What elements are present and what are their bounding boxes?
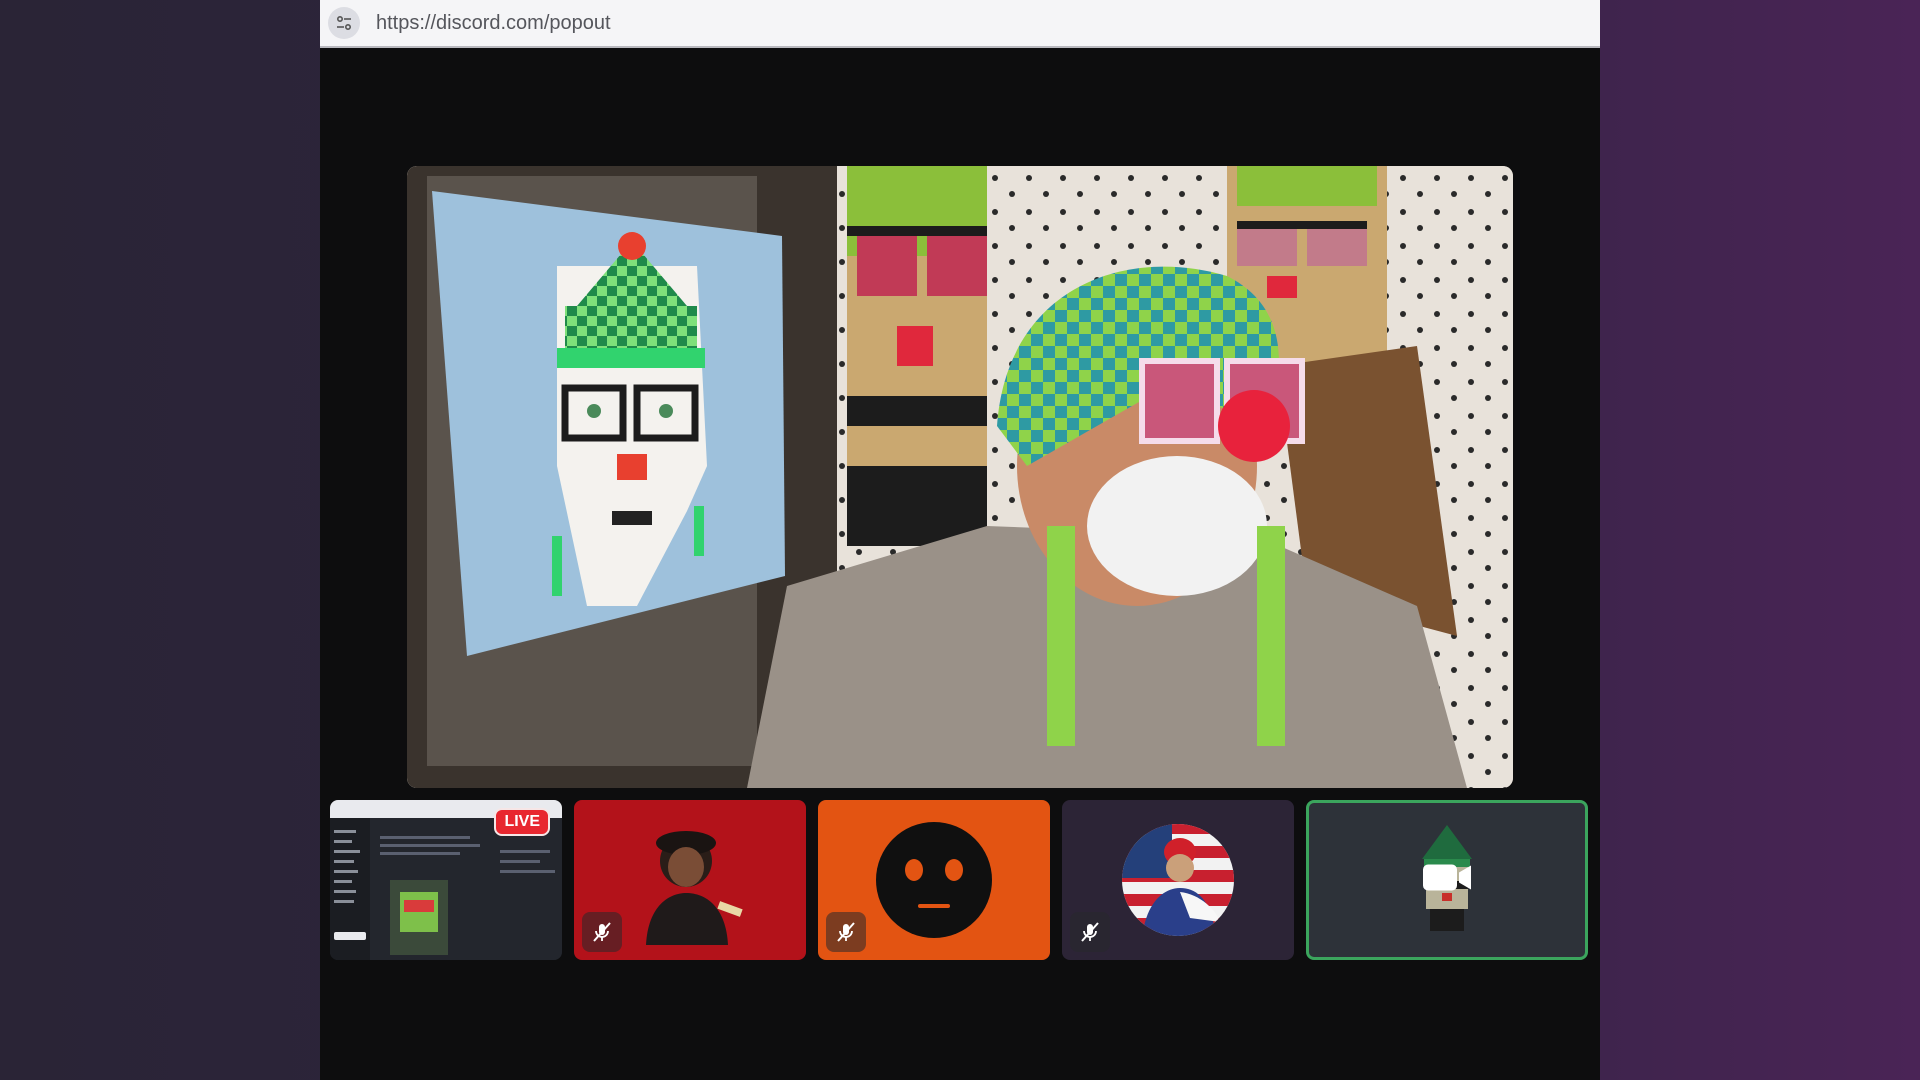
mic-muted-icon — [1070, 912, 1110, 952]
mic-muted-icon — [582, 912, 622, 952]
avatar — [876, 822, 992, 938]
avatar — [646, 831, 743, 945]
avatar — [1122, 824, 1234, 936]
participant-tile-3[interactable] — [1062, 800, 1294, 960]
live-badge: LIVE — [494, 808, 550, 836]
mic-muted-icon — [826, 912, 866, 952]
url-text[interactable]: https://discord.com/popout — [376, 12, 611, 35]
video-camera-icon — [1421, 861, 1473, 900]
screen-share-tile[interactable]: LIVE — [330, 800, 562, 960]
participant-tile-1[interactable] — [574, 800, 806, 960]
discord-popout-window: https://discord.com/popout LIVE — [320, 0, 1600, 1080]
participant-tile-2[interactable] — [818, 800, 1050, 960]
participant-tile-active[interactable] — [1306, 800, 1588, 960]
participant-tiles: LIVE — [330, 800, 1588, 960]
page-settings-icon[interactable] — [328, 7, 360, 39]
browser-url-bar: https://discord.com/popout — [320, 0, 1600, 48]
main-video-stream[interactable] — [407, 166, 1513, 788]
